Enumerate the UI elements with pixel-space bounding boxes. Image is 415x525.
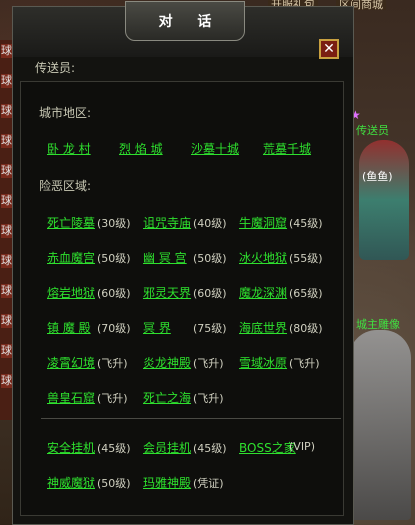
link-danger-2-0[interactable]: 熔岩地狱 [47, 284, 95, 301]
close-button[interactable]: ✕ [319, 39, 339, 59]
level-danger-3-1: (75级) [193, 322, 227, 335]
link-special-1-1[interactable]: 玛雅神殿 [143, 474, 191, 491]
level-special-0-1: (45级) [193, 442, 227, 455]
dialog-title: 对 话 [158, 14, 222, 30]
level-special-0-2: (VIP) [289, 440, 315, 453]
link-danger-0-0[interactable]: 死亡陵墓 [47, 214, 95, 231]
level-danger-3-2: (80级) [289, 322, 323, 335]
link-danger-5-0[interactable]: 兽皇石窟 [47, 389, 95, 406]
level-danger-2-1: (60级) [193, 287, 227, 300]
link-danger-2-2[interactable]: 魔龙深渊 [239, 284, 287, 301]
link-danger-3-2[interactable]: 海底世界 [239, 319, 287, 336]
link-flame-city[interactable]: 烈 焰 城 [119, 140, 163, 157]
level-danger-1-2: (55级) [289, 252, 323, 265]
dialog-window: 对 话 ✕ 传送员: 城市地区: 卧 龙 村 烈 焰 城 沙墓十城 荒墓千城 险… [12, 1, 354, 525]
link-special-0-1[interactable]: 会员挂机 [143, 439, 191, 456]
level-danger-4-1: (飞升) [193, 357, 224, 370]
link-danger-1-0[interactable]: 赤血魔宫 [47, 249, 95, 266]
link-danger-1-2[interactable]: 冰火地狱 [239, 249, 287, 266]
link-waste-city[interactable]: 荒墓千城 [263, 140, 311, 157]
link-danger-0-2[interactable]: 牛魔洞窟 [239, 214, 287, 231]
speaker-label: 传送员: [35, 61, 76, 75]
link-special-0-2[interactable]: BOSS之家 [239, 439, 296, 456]
close-icon: ✕ [323, 41, 335, 57]
level-danger-4-0: (飞升) [97, 357, 128, 370]
link-danger-4-2[interactable]: 雪域冰原 [239, 354, 287, 371]
divider [41, 418, 341, 419]
level-special-1-0: (50级) [97, 477, 131, 490]
level-special-0-0: (45级) [97, 442, 131, 455]
city-heading: 城市地区: [39, 106, 92, 120]
npc-teleporter[interactable] [359, 140, 409, 260]
level-danger-3-0: (70级) [97, 322, 131, 335]
danger-heading: 险恶区域: [39, 179, 92, 193]
link-danger-4-1[interactable]: 炎龙神殿 [143, 354, 191, 371]
level-danger-0-0: (30级) [97, 217, 131, 230]
level-danger-1-1: (50级) [193, 252, 227, 265]
npc-name: (鱼鱼) [362, 170, 393, 183]
link-danger-3-0[interactable]: 镇 魔 殿 [47, 319, 91, 336]
level-danger-2-0: (60级) [97, 287, 131, 300]
level-special-1-1: (凭证) [193, 477, 224, 490]
link-danger-5-1[interactable]: 死亡之海 [143, 389, 191, 406]
city-lord-statue[interactable] [349, 330, 411, 520]
link-special-0-0[interactable]: 安全挂机 [47, 439, 95, 456]
link-danger-3-1[interactable]: 冥 界 [143, 319, 171, 336]
link-danger-4-0[interactable]: 凌霄幻境 [47, 354, 95, 371]
level-danger-2-2: (65级) [289, 287, 323, 300]
link-danger-2-1[interactable]: 邪灵天界 [143, 284, 191, 301]
link-wolong-village[interactable]: 卧 龙 村 [47, 140, 91, 157]
link-danger-0-1[interactable]: 诅咒寺庙 [143, 214, 191, 231]
level-danger-0-1: (40级) [193, 217, 227, 230]
dialog-content: 城市地区: 卧 龙 村 烈 焰 城 沙墓十城 荒墓千城 险恶区域: 死亡陵墓 (… [20, 81, 344, 516]
dialog-title-tab: 对 话 [125, 1, 245, 41]
link-desert-city[interactable]: 沙墓十城 [191, 140, 239, 157]
npc-label-teleporter: 传送员 [356, 124, 389, 137]
link-danger-1-1[interactable]: 幽 冥 宫 [143, 249, 187, 266]
link-special-1-0[interactable]: 神威魔狱 [47, 474, 95, 491]
level-danger-1-0: (50级) [97, 252, 131, 265]
level-danger-4-2: (飞升) [289, 357, 320, 370]
level-danger-5-1: (飞升) [193, 392, 224, 405]
level-danger-5-0: (飞升) [97, 392, 128, 405]
level-danger-0-2: (45级) [289, 217, 323, 230]
